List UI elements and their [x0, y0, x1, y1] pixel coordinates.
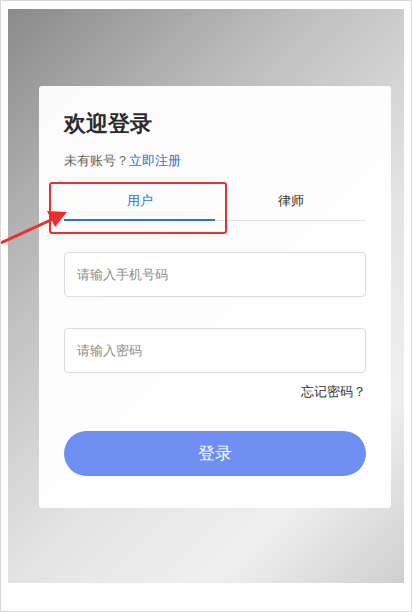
login-card: 欢迎登录未有账号？立即注册用户律师忘记密码？ 登录: [39, 86, 391, 508]
background-photo: 欢迎登录未有账号？立即注册用户律师忘记密码？ 登录: [8, 9, 404, 583]
page: 欢迎登录未有账号？立即注册用户律师忘记密码？ 登录: [0, 0, 412, 612]
login-button[interactable]: 登录: [64, 431, 366, 476]
password-input[interactable]: [64, 328, 366, 373]
forgot-row: 忘记密码？: [64, 383, 366, 401]
forgot-password-link[interactable]: 忘记密码？: [301, 383, 366, 401]
annotation-box: [49, 182, 227, 234]
form-fields: [64, 252, 366, 373]
register-link[interactable]: 立即注册: [129, 153, 181, 168]
login-title: 欢迎登录: [64, 110, 366, 138]
tab[interactable]: 律师: [215, 190, 366, 221]
annotation-arrow-icon: [1, 201, 71, 251]
register-prompt: 未有账号？: [64, 153, 129, 168]
tab[interactable]: 用户: [64, 190, 215, 221]
phone-input[interactable]: [64, 252, 366, 297]
register-row: 未有账号？立即注册: [64, 152, 366, 170]
tab-bar: 用户律师: [64, 190, 366, 221]
